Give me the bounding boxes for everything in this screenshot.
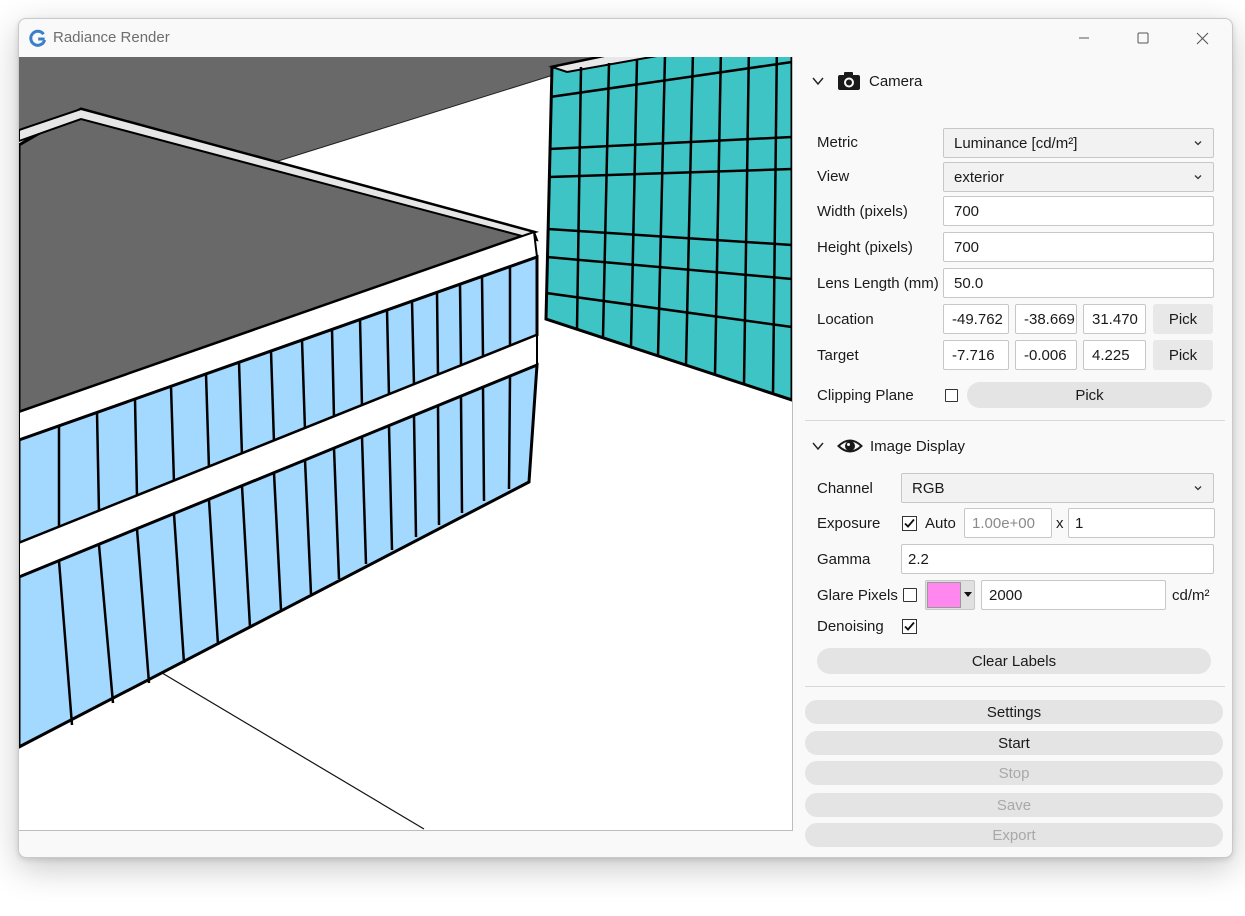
view-select[interactable]: exterior bbox=[943, 162, 1214, 192]
target-x-input[interactable]: -7.716 bbox=[943, 340, 1009, 370]
location-x-input[interactable]: -49.762 bbox=[943, 304, 1009, 334]
minimize-icon bbox=[1079, 37, 1089, 39]
channel-value: RGB bbox=[912, 479, 945, 497]
chevron-down-icon bbox=[1194, 175, 1202, 180]
metric-label: Metric bbox=[817, 134, 858, 151]
minimize-button[interactable] bbox=[1056, 19, 1112, 57]
denoising-label: Denoising bbox=[817, 618, 884, 635]
save-button[interactable]: Save bbox=[805, 793, 1223, 817]
chevron-down-icon bbox=[812, 77, 824, 86]
settings-button[interactable]: Settings bbox=[805, 700, 1223, 724]
location-label: Location bbox=[817, 311, 874, 328]
glare-color-picker[interactable] bbox=[925, 580, 975, 610]
image-display-section-header[interactable]: Image Display bbox=[811, 433, 1191, 459]
dropdown-arrow-icon bbox=[964, 592, 972, 597]
target-z-input[interactable]: 4.225 bbox=[1083, 340, 1146, 370]
exposure-auto-checkbox[interactable] bbox=[902, 516, 917, 531]
width-input[interactable]: 700 bbox=[943, 196, 1214, 226]
location-pick-button[interactable]: Pick bbox=[1153, 304, 1213, 334]
view-value: exterior bbox=[954, 168, 1005, 186]
channel-select[interactable]: RGB bbox=[901, 473, 1214, 503]
chevron-down-icon bbox=[1194, 486, 1202, 491]
gamma-input[interactable]: 2.2 bbox=[901, 544, 1214, 574]
location-z-input[interactable]: 31.470 bbox=[1083, 304, 1146, 334]
location-y-input[interactable]: -38.669 bbox=[1015, 304, 1077, 334]
channel-label: Channel bbox=[817, 480, 873, 497]
view-label: View bbox=[817, 168, 850, 185]
clipping-plane-checkbox[interactable] bbox=[945, 389, 958, 402]
exposure-auto-label: Auto bbox=[925, 515, 956, 532]
section-divider bbox=[805, 420, 1225, 421]
settings-panel: Camera Metric Luminance [cd/m²] View ext… bbox=[805, 57, 1232, 857]
exposure-multiplier-input[interactable]: 1 bbox=[1068, 508, 1215, 538]
image-display-section-title: Image Display bbox=[870, 437, 966, 455]
exposure-value-input[interactable]: 1.00e+00 bbox=[964, 508, 1052, 538]
chevron-down-icon bbox=[812, 442, 824, 451]
exposure-times-label: x bbox=[1056, 515, 1064, 532]
app-window: Radiance Render Camera Metric Luminance … bbox=[18, 18, 1233, 858]
chevron-down-icon bbox=[1194, 141, 1202, 146]
close-button[interactable] bbox=[1174, 19, 1230, 57]
glare-threshold-input[interactable]: 2000 bbox=[981, 580, 1166, 610]
clipping-pick-button[interactable]: Pick bbox=[967, 382, 1212, 408]
height-input[interactable]: 700 bbox=[943, 232, 1214, 262]
height-label: Height (pixels) bbox=[817, 239, 913, 256]
eye-icon bbox=[837, 439, 863, 453]
target-pick-button[interactable]: Pick bbox=[1153, 340, 1213, 370]
width-label: Width (pixels) bbox=[817, 203, 908, 220]
exposure-label: Exposure bbox=[817, 515, 881, 532]
lens-length-input[interactable]: 50.0 bbox=[943, 268, 1214, 298]
camera-section-title: Camera bbox=[869, 72, 923, 90]
render-image bbox=[19, 57, 792, 830]
maximize-icon bbox=[1137, 32, 1149, 44]
metric-select[interactable]: Luminance [cd/m²] bbox=[943, 128, 1214, 158]
glare-pixels-checkbox[interactable] bbox=[903, 588, 917, 602]
section-divider bbox=[805, 686, 1225, 687]
app-logo-icon bbox=[29, 29, 47, 47]
clipping-plane-label: Clipping Plane bbox=[817, 387, 914, 404]
stop-button[interactable]: Stop bbox=[805, 761, 1223, 785]
export-button[interactable]: Export bbox=[805, 823, 1223, 847]
denoising-checkbox[interactable] bbox=[902, 619, 917, 634]
render-viewport[interactable] bbox=[19, 57, 793, 831]
maximize-button[interactable] bbox=[1115, 19, 1171, 57]
start-button[interactable]: Start bbox=[805, 731, 1223, 755]
lens-length-label: Lens Length (mm) bbox=[817, 275, 939, 292]
camera-icon bbox=[838, 72, 860, 90]
camera-section-header[interactable]: Camera bbox=[811, 68, 1191, 94]
glare-color-swatch bbox=[927, 582, 961, 608]
target-y-input[interactable]: -0.006 bbox=[1015, 340, 1077, 370]
glare-pixels-label: Glare Pixels bbox=[817, 587, 898, 604]
gamma-label: Gamma bbox=[817, 551, 871, 568]
metric-value: Luminance [cd/m²] bbox=[954, 134, 1078, 152]
title-bar[interactable]: Radiance Render bbox=[19, 19, 1232, 57]
glare-unit-label: cd/m² bbox=[1172, 587, 1210, 604]
clear-labels-button[interactable]: Clear Labels bbox=[817, 648, 1211, 674]
target-label: Target bbox=[817, 347, 859, 364]
close-icon bbox=[1196, 32, 1208, 44]
window-title: Radiance Render bbox=[53, 29, 170, 46]
